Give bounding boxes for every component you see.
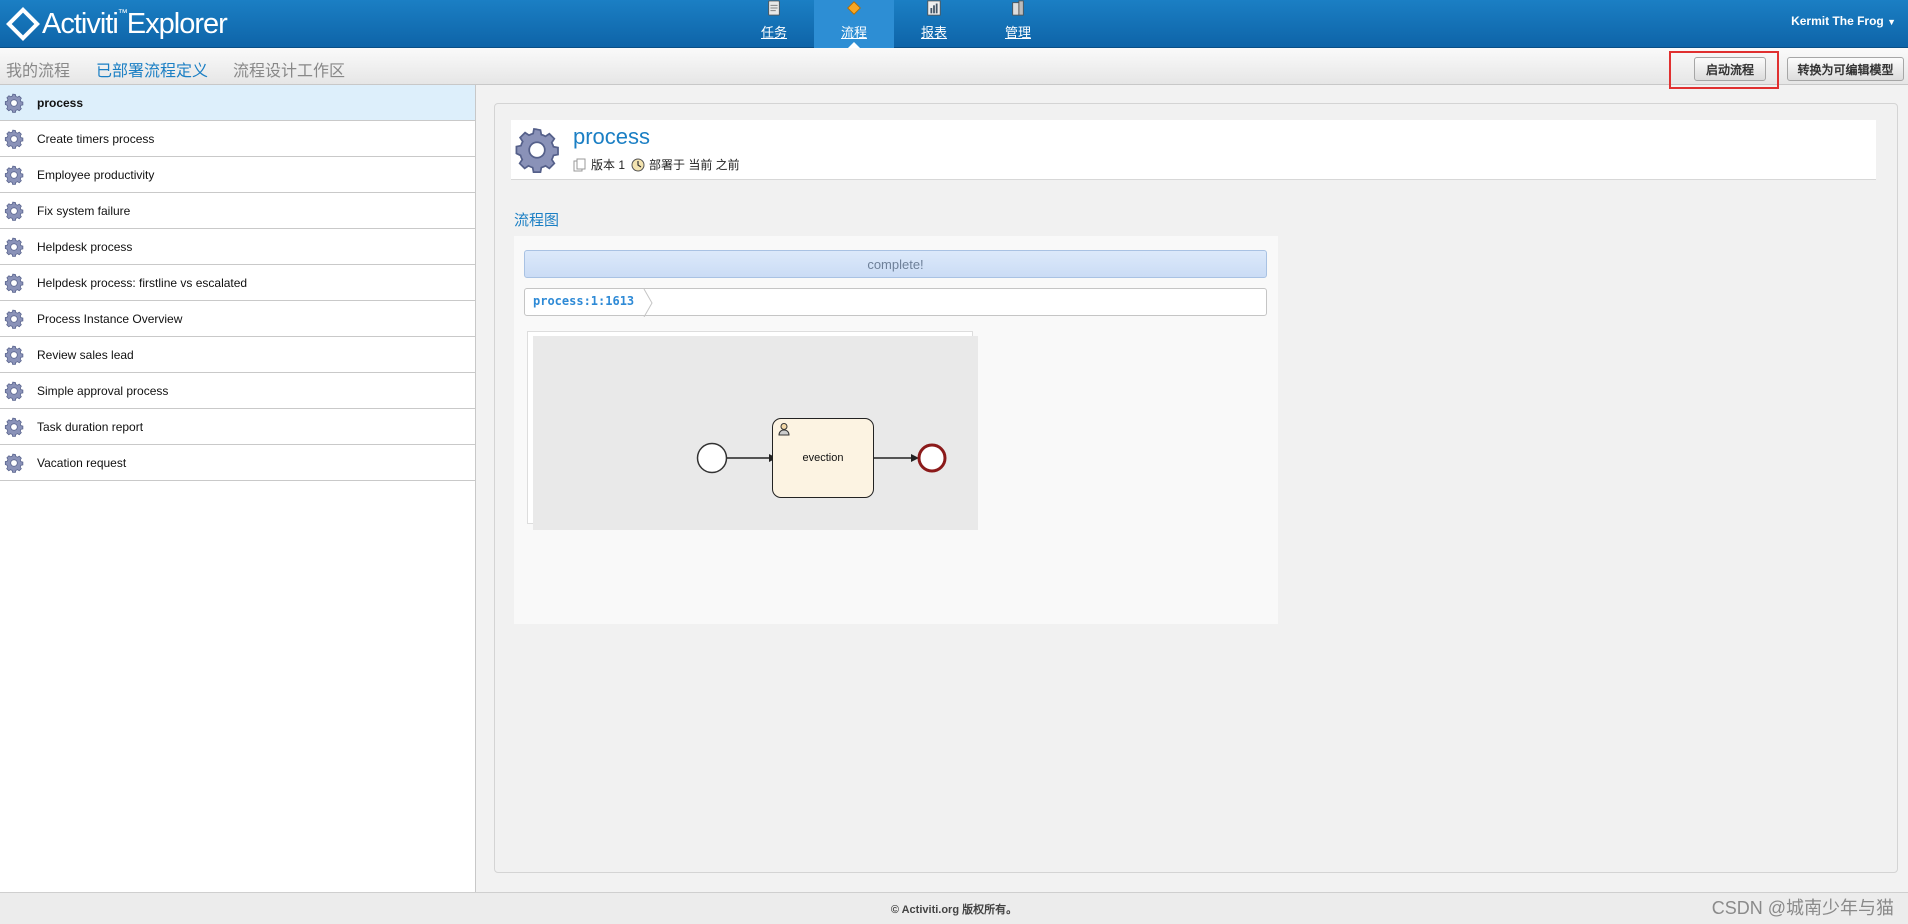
process-list-item[interactable]: Simple approval process xyxy=(0,373,475,409)
process-list-item-label: Vacation request xyxy=(37,455,127,470)
app-logo: Activiti™Explorer xyxy=(6,6,228,42)
process-title: process xyxy=(573,124,651,149)
watermark: CSDN @城南少年与猫 xyxy=(1711,898,1894,918)
process-list-item[interactable]: Create timers process xyxy=(0,121,475,157)
version-icon xyxy=(573,158,586,171)
gear-icon xyxy=(3,308,25,330)
breadcrumb: process:1:1613 xyxy=(524,288,1267,317)
nav-process[interactable]: 流程 xyxy=(814,0,894,48)
nav-manage-label: 管理 xyxy=(1004,25,1031,40)
process-list-item[interactable]: Process Instance Overview xyxy=(0,301,475,337)
convert-to-model-button[interactable]: 转换为可编辑模型 xyxy=(1787,57,1904,81)
process-diamond-icon xyxy=(847,1,861,15)
process-list-item[interactable]: Review sales lead xyxy=(0,337,475,373)
diagram-section-title: 流程图 xyxy=(514,212,560,229)
copyright-text: © Activiti.org 版权所有。 xyxy=(890,903,1018,916)
user-menu[interactable]: Kermit The Frog ▼ xyxy=(1791,14,1896,28)
gear-icon xyxy=(3,380,25,402)
gear-icon xyxy=(3,128,25,150)
start-event-icon[interactable] xyxy=(696,442,728,474)
bpmn-flow xyxy=(696,442,947,474)
process-list-item[interactable]: Helpdesk process: firstline vs escalated xyxy=(0,265,475,301)
nav-tasks[interactable]: 任务 xyxy=(734,0,814,48)
tab-my-process[interactable]: 我的流程 xyxy=(6,57,70,81)
process-version: 版本 1 xyxy=(591,158,626,172)
gear-icon xyxy=(511,124,563,176)
user-task-label: evection xyxy=(802,452,844,464)
nav-manage[interactable]: 管理 xyxy=(978,0,1058,48)
gear-icon xyxy=(3,92,25,114)
user-task-icon xyxy=(778,423,790,436)
load-status-bar: complete! xyxy=(524,250,1267,278)
process-list-item-label: Employee productivity xyxy=(37,167,155,182)
gear-icon xyxy=(3,272,25,294)
process-meta: 版本 1 部署于 当前 之前 xyxy=(573,156,740,173)
process-header: process 版本 1 部署于 当前 之前 xyxy=(511,120,1876,180)
process-deployed-time: 部署于 当前 之前 xyxy=(649,158,740,172)
nav-process-label: 流程 xyxy=(840,25,867,40)
process-list-item-label: Task duration report xyxy=(37,419,144,434)
process-list-item-label: Create timers process xyxy=(37,131,155,146)
bpmn-diagram-canvas xyxy=(533,336,978,530)
process-list-item[interactable]: process xyxy=(0,85,475,121)
breadcrumb-chevron-icon xyxy=(643,289,653,317)
server-icon xyxy=(1012,0,1024,16)
caret-down-icon: ▼ xyxy=(1887,17,1896,27)
process-list-item-label: Simple approval process xyxy=(37,383,169,398)
footer: © Activiti.org 版权所有。 xyxy=(0,892,1908,924)
process-list-item-label: Helpdesk process: firstline vs escalated xyxy=(37,275,248,290)
activiti-logo-icon xyxy=(6,7,40,41)
tab-deployed-definitions[interactable]: 已部署流程定义 xyxy=(96,57,208,81)
start-process-button[interactable]: 启动流程 xyxy=(1694,57,1766,81)
clock-icon xyxy=(631,158,645,171)
gear-icon xyxy=(3,344,25,366)
process-list-item-label: Fix system failure xyxy=(37,203,131,218)
process-list-item[interactable]: Fix system failure xyxy=(0,193,475,229)
nav-reports[interactable]: 报表 xyxy=(894,0,974,48)
process-list-item[interactable]: Task duration report xyxy=(0,409,475,445)
user-name: Kermit The Frog xyxy=(1791,14,1884,28)
nav-tasks-label: 任务 xyxy=(760,25,787,40)
process-list-item[interactable]: Helpdesk process xyxy=(0,229,475,265)
sub-toolbar: 我的流程 已部署流程定义 流程设计工作区 xyxy=(0,48,1908,85)
nav-reports-label: 报表 xyxy=(920,25,947,40)
gear-icon xyxy=(3,416,25,438)
process-list-item-label: Review sales lead xyxy=(37,347,134,362)
app-title: Activiti™Explorer xyxy=(42,7,228,40)
gear-icon xyxy=(3,236,25,258)
bar-chart-icon xyxy=(927,0,941,16)
gear-icon xyxy=(3,452,25,474)
process-list-item-label: Process Instance Overview xyxy=(37,311,183,326)
end-event-icon[interactable] xyxy=(917,443,947,473)
process-list-item-label: Helpdesk process xyxy=(37,239,133,254)
top-header: Activiti™Explorer 任务 流程 报表 管理 Kermit The… xyxy=(0,0,1908,48)
user-task[interactable]: evection xyxy=(772,418,874,498)
clipboard-icon xyxy=(768,0,780,16)
process-list-item[interactable]: Vacation request xyxy=(0,445,475,481)
process-list-item[interactable]: Employee productivity xyxy=(0,157,475,193)
process-list-item-label: process xyxy=(37,95,84,110)
breadcrumb-process-id[interactable]: process:1:1613 xyxy=(533,294,634,308)
tab-design-workspace[interactable]: 流程设计工作区 xyxy=(233,57,345,81)
process-definition-list: process Create timers process Employee pro… xyxy=(0,85,476,892)
gear-icon xyxy=(3,200,25,222)
gear-icon xyxy=(3,164,25,186)
